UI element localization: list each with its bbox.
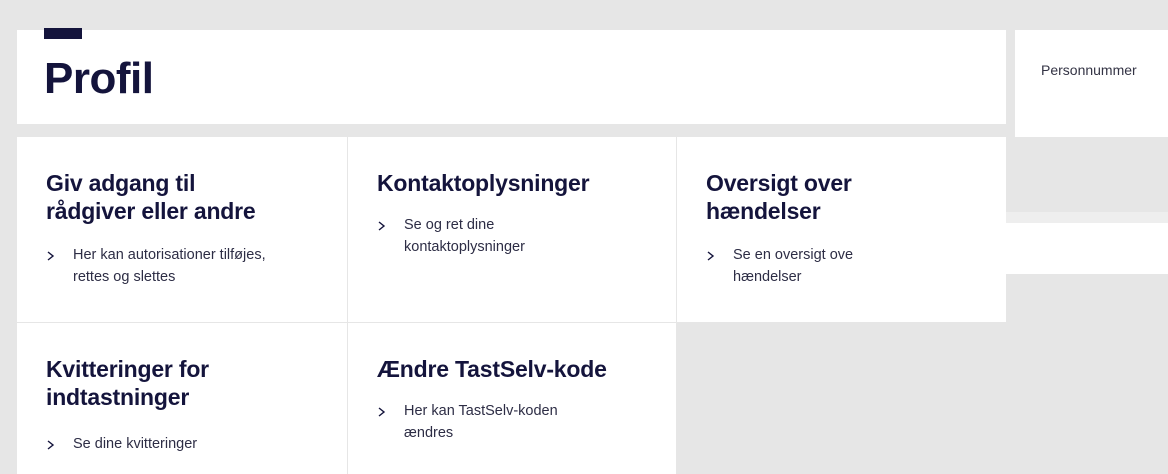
link-text: rettes og slettes xyxy=(73,269,176,285)
link-text: ændres xyxy=(404,425,454,441)
tile-aendre-tastselv-kode[interactable]: Ændre TastSelv-kode Her kan TastSelv-kod… xyxy=(348,323,676,474)
tile-title-line: Kvitteringer for xyxy=(46,356,209,382)
tile-title-line: rådgiver eller andre xyxy=(46,198,256,224)
link-text: hændelser xyxy=(733,269,802,285)
tile-title-line: Giv adgang til xyxy=(46,170,196,196)
autorisationer-link[interactable]: Her kan autorisationer tilføjes, rettes … xyxy=(47,244,335,288)
tile-giv-adgang[interactable]: Giv adgang til rådgiver eller andre Her … xyxy=(17,137,347,322)
personnummer-label: Personnummer xyxy=(1041,62,1137,78)
profile-page: Profil Personnummer Giv adgang til rådgi… xyxy=(0,0,1168,474)
tile-title: Ændre TastSelv-kode xyxy=(377,356,607,382)
tile-title: Giv adgang til rådgiver eller andre xyxy=(46,169,337,225)
kontaktoplysninger-link[interactable]: Se og ret dine kontaktoplysninger xyxy=(378,214,664,258)
tile-title: Oversigt over hændelser xyxy=(706,169,996,225)
chevron-right-icon xyxy=(47,433,61,455)
link-text: kontaktoplysninger xyxy=(404,239,525,255)
tastselv-link[interactable]: Her kan TastSelv-koden ændres xyxy=(378,400,664,444)
chevron-right-icon xyxy=(378,400,392,444)
tile-title-line: hændelser xyxy=(706,198,821,224)
tile-title-line: Oversigt over xyxy=(706,170,852,196)
header-accent-bar xyxy=(44,28,82,39)
side-panel-divider xyxy=(1006,212,1168,223)
tile-kvitteringer[interactable]: Kvitteringer for indtastninger Se dine k… xyxy=(17,323,347,474)
oversigt-link[interactable]: Se en oversigt ove hændelser xyxy=(707,244,994,288)
tile-oversigt-haendelser[interactable]: Oversigt over hændelser Se en oversigt o… xyxy=(677,137,1006,322)
tile-title: Kvitteringer for indtastninger xyxy=(46,355,337,411)
chevron-right-icon xyxy=(47,244,61,288)
tile-title-line: indtastninger xyxy=(46,384,190,410)
link-text: Her kan autorisationer tilføjes, xyxy=(73,247,266,263)
tile-kontaktoplysninger[interactable]: Kontaktoplysninger Se og ret dine kontak… xyxy=(348,137,676,322)
profile-header: Profil xyxy=(17,30,1006,124)
chevron-right-icon xyxy=(707,244,721,288)
link-text: Se og ret dine xyxy=(404,217,495,233)
page-title: Profil xyxy=(44,54,154,103)
link-text: Her kan TastSelv-koden xyxy=(404,403,558,419)
tile-title: Kontaktoplysninger xyxy=(377,170,590,196)
link-text: Se dine kvitteringer xyxy=(73,436,198,452)
personnummer-panel: Personnummer xyxy=(1015,30,1168,137)
link-text: Se en oversigt ove xyxy=(733,247,854,263)
kvitteringer-link[interactable]: Se dine kvitteringer xyxy=(47,433,335,455)
chevron-right-icon xyxy=(378,214,392,258)
